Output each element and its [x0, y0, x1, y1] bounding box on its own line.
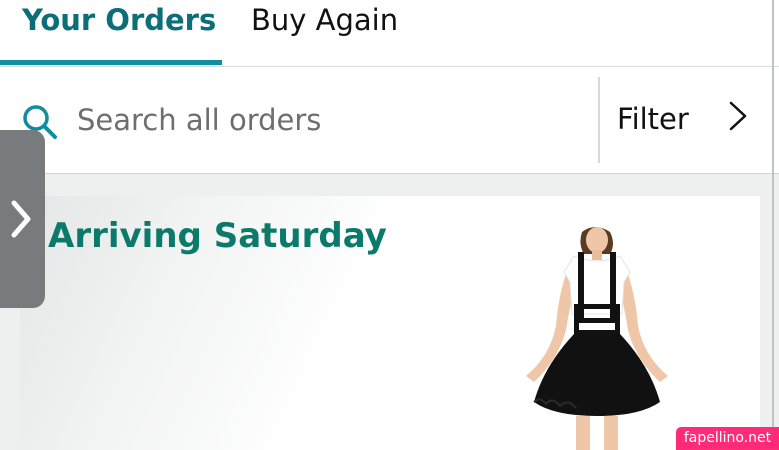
filter-separator — [598, 77, 600, 163]
search-filter-row: Filter — [0, 67, 779, 173]
tab-your-orders[interactable]: Your Orders — [22, 0, 216, 44]
active-tab-indicator — [0, 60, 222, 65]
filter-button[interactable]: Filter — [617, 102, 689, 136]
side-drawer-handle[interactable] — [0, 130, 45, 308]
product-image[interactable] — [500, 226, 690, 450]
chevron-right-icon[interactable] — [726, 99, 750, 133]
watermark-badge: fapellino.net — [676, 427, 779, 450]
search-input[interactable] — [77, 97, 577, 143]
tab-buy-again[interactable]: Buy Again — [251, 0, 398, 44]
orders-tab-bar: Your Orders Buy Again — [0, 0, 779, 67]
chevron-right-icon — [11, 200, 31, 238]
orders-feed: Arriving Saturday — [0, 174, 779, 450]
scrollbar-track — [772, 0, 774, 450]
arrival-status: Arriving Saturday — [48, 216, 387, 256]
order-card[interactable]: Arriving Saturday — [20, 196, 760, 450]
